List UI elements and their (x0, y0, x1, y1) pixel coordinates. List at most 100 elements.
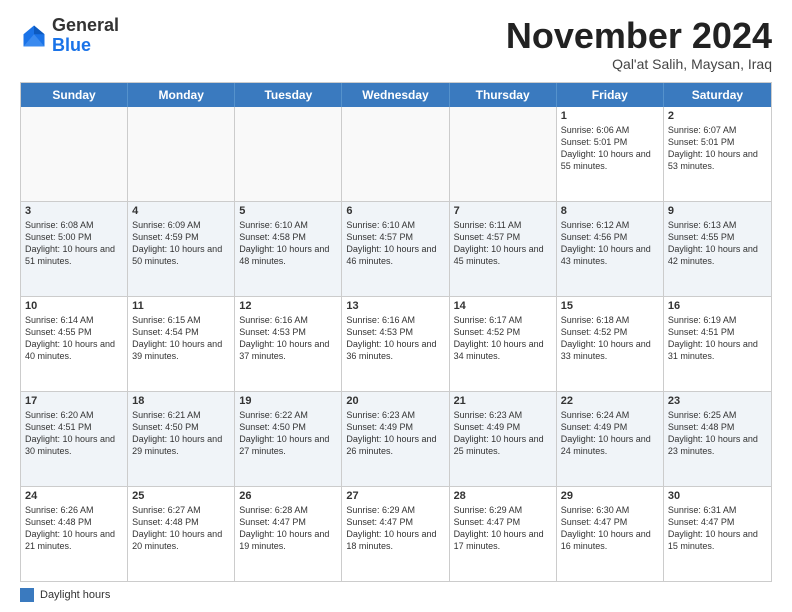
calendar-cell: 6Sunrise: 6:10 AM Sunset: 4:57 PM Daylig… (342, 202, 449, 296)
calendar-cell: 19 Sunrise: 6:22 AM Sunset: 4:50 PM Dayli… (235, 392, 342, 486)
day-number: 10 (25, 300, 123, 312)
cell-text: Sunrise: 6:31 AM Sunset: 4:47 PM Dayligh… (668, 504, 767, 553)
calendar-header-cell: Sunday (21, 83, 128, 107)
day-number: 28 (454, 490, 552, 502)
cell-text: Sunrise: 6:16 AM Sunset: 4:53 PM Dayligh… (239, 314, 337, 363)
day-number: 11 (132, 300, 230, 312)
cell-text: Sunrise: 6:21 AM Sunset: 4:50 PM Dayligh… (132, 409, 230, 458)
calendar-header-cell: Tuesday (235, 83, 342, 107)
calendar-cell (128, 107, 235, 201)
calendar-header-cell: Friday (557, 83, 664, 107)
calendar-cell: 2 Sunrise: 6:07 AM Sunset: 5:01 PM Daylig… (664, 107, 771, 201)
calendar-cell: 5 Sunrise: 6:10 AM Sunset: 4:58 PM Daylig… (235, 202, 342, 296)
cell-text: Sunrise: 6:12 AM Sunset: 4:56 PM Dayligh… (561, 219, 659, 268)
calendar-cell: 1 Sunrise: 6:06 AM Sunset: 5:01 PM Daylig… (557, 107, 664, 201)
logo-line2: Blue (52, 36, 119, 56)
calendar: SundayMondayTuesdayWednesdayThursdayFrid… (20, 82, 772, 582)
calendar-cell (21, 107, 128, 201)
subtitle: Qal'at Salih, Maysan, Iraq (506, 56, 772, 72)
cell-text: Sunrise: 6:22 AM Sunset: 4:50 PM Dayligh… (239, 409, 337, 458)
day-number: 26 (239, 490, 337, 502)
cell-text: Sunrise: 6:20 AM Sunset: 4:51 PM Dayligh… (25, 409, 123, 458)
day-number: 18 (132, 395, 230, 407)
day-number: 24 (25, 490, 123, 502)
calendar-cell: 7 Sunrise: 6:11 AM Sunset: 4:57 PM Daylig… (450, 202, 557, 296)
calendar-cell: 25Sunrise: 6:27 AM Sunset: 4:48 PM Dayli… (128, 487, 235, 581)
day-number: 2 (668, 110, 767, 122)
day-number: 1 (561, 110, 659, 122)
day-number: 5 (239, 205, 337, 217)
cell-text: Sunrise: 6:27 AM Sunset: 4:48 PM Dayligh… (132, 504, 230, 553)
calendar-header-cell: Monday (128, 83, 235, 107)
cell-text: Sunrise: 6:29 AM Sunset: 4:47 PM Dayligh… (454, 504, 552, 553)
calendar-cell: 14Sunrise: 6:17 AM Sunset: 4:52 PM Dayli… (450, 297, 557, 391)
cell-text: Sunrise: 6:14 AM Sunset: 4:55 PM Dayligh… (25, 314, 123, 363)
calendar-cell: 10 Sunrise: 6:14 AM Sunset: 4:55 PM Dayli… (21, 297, 128, 391)
calendar-cell: 4Sunrise: 6:09 AM Sunset: 4:59 PM Daylig… (128, 202, 235, 296)
cell-text: Sunrise: 6:24 AM Sunset: 4:49 PM Dayligh… (561, 409, 659, 458)
calendar-cell: 24 Sunrise: 6:26 AM Sunset: 4:48 PM Dayli… (21, 487, 128, 581)
month-title: November 2024 (506, 16, 772, 56)
calendar-row: 3 Sunrise: 6:08 AM Sunset: 5:00 PM Daylig… (21, 202, 771, 297)
logo: General Blue (20, 16, 119, 56)
calendar-cell (342, 107, 449, 201)
calendar-cell: 30 Sunrise: 6:31 AM Sunset: 4:47 PM Dayli… (664, 487, 771, 581)
logo-text: General Blue (52, 16, 119, 56)
cell-text: Sunrise: 6:10 AM Sunset: 4:57 PM Dayligh… (346, 219, 444, 268)
footer: Daylight hours (20, 588, 772, 602)
calendar-cell: 18 Sunrise: 6:21 AM Sunset: 4:50 PM Dayli… (128, 392, 235, 486)
cell-text: Sunrise: 6:06 AM Sunset: 5:01 PM Dayligh… (561, 124, 659, 173)
cell-text: Sunrise: 6:13 AM Sunset: 4:55 PM Dayligh… (668, 219, 767, 268)
calendar-cell: 26 Sunrise: 6:28 AM Sunset: 4:47 PM Dayli… (235, 487, 342, 581)
footer-label: Daylight hours (40, 589, 110, 601)
cell-text: Sunrise: 6:19 AM Sunset: 4:51 PM Dayligh… (668, 314, 767, 363)
cell-text: Sunrise: 6:16 AM Sunset: 4:53 PM Dayligh… (346, 314, 444, 363)
header: General Blue November 2024 Qal'at Salih,… (20, 16, 772, 72)
day-number: 15 (561, 300, 659, 312)
day-number: 22 (561, 395, 659, 407)
day-number: 16 (668, 300, 767, 312)
calendar-cell: 27Sunrise: 6:29 AM Sunset: 4:47 PM Dayli… (342, 487, 449, 581)
cell-text: Sunrise: 6:23 AM Sunset: 4:49 PM Dayligh… (454, 409, 552, 458)
calendar-header-cell: Saturday (664, 83, 771, 107)
logo-icon (20, 22, 48, 50)
day-number: 4 (132, 205, 230, 217)
day-number: 12 (239, 300, 337, 312)
calendar-cell (450, 107, 557, 201)
calendar-cell: 16 Sunrise: 6:19 AM Sunset: 4:51 PM Dayli… (664, 297, 771, 391)
calendar-cell: 3 Sunrise: 6:08 AM Sunset: 5:00 PM Daylig… (21, 202, 128, 296)
cell-text: Sunrise: 6:08 AM Sunset: 5:00 PM Dayligh… (25, 219, 123, 268)
cell-text: Sunrise: 6:28 AM Sunset: 4:47 PM Dayligh… (239, 504, 337, 553)
day-number: 27 (346, 490, 444, 502)
calendar-cell: 11 Sunrise: 6:15 AM Sunset: 4:54 PM Dayli… (128, 297, 235, 391)
day-number: 3 (25, 205, 123, 217)
cell-text: Sunrise: 6:18 AM Sunset: 4:52 PM Dayligh… (561, 314, 659, 363)
day-number: 23 (668, 395, 767, 407)
calendar-cell: 20Sunrise: 6:23 AM Sunset: 4:49 PM Dayli… (342, 392, 449, 486)
calendar-cell: 8 Sunrise: 6:12 AM Sunset: 4:56 PM Daylig… (557, 202, 664, 296)
cell-text: Sunrise: 6:23 AM Sunset: 4:49 PM Dayligh… (346, 409, 444, 458)
cell-text: Sunrise: 6:07 AM Sunset: 5:01 PM Dayligh… (668, 124, 767, 173)
calendar-cell: 21 Sunrise: 6:23 AM Sunset: 4:49 PM Dayli… (450, 392, 557, 486)
calendar-cell: 23 Sunrise: 6:25 AM Sunset: 4:48 PM Dayli… (664, 392, 771, 486)
calendar-body: 1 Sunrise: 6:06 AM Sunset: 5:01 PM Daylig… (21, 107, 771, 581)
day-number: 7 (454, 205, 552, 217)
calendar-row: 17 Sunrise: 6:20 AM Sunset: 4:51 PM Dayli… (21, 392, 771, 487)
calendar-row: 1 Sunrise: 6:06 AM Sunset: 5:01 PM Daylig… (21, 107, 771, 202)
cell-text: Sunrise: 6:17 AM Sunset: 4:52 PM Dayligh… (454, 314, 552, 363)
calendar-header-cell: Thursday (450, 83, 557, 107)
calendar-header-cell: Wednesday (342, 83, 449, 107)
cell-text: Sunrise: 6:11 AM Sunset: 4:57 PM Dayligh… (454, 219, 552, 268)
cell-text: Sunrise: 6:25 AM Sunset: 4:48 PM Dayligh… (668, 409, 767, 458)
cell-text: Sunrise: 6:26 AM Sunset: 4:48 PM Dayligh… (25, 504, 123, 553)
cell-text: Sunrise: 6:15 AM Sunset: 4:54 PM Dayligh… (132, 314, 230, 363)
day-number: 30 (668, 490, 767, 502)
calendar-cell: 12 Sunrise: 6:16 AM Sunset: 4:53 PM Dayli… (235, 297, 342, 391)
cell-text: Sunrise: 6:30 AM Sunset: 4:47 PM Dayligh… (561, 504, 659, 553)
day-number: 9 (668, 205, 767, 217)
day-number: 19 (239, 395, 337, 407)
day-number: 8 (561, 205, 659, 217)
cell-text: Sunrise: 6:10 AM Sunset: 4:58 PM Dayligh… (239, 219, 337, 268)
day-number: 21 (454, 395, 552, 407)
day-number: 17 (25, 395, 123, 407)
